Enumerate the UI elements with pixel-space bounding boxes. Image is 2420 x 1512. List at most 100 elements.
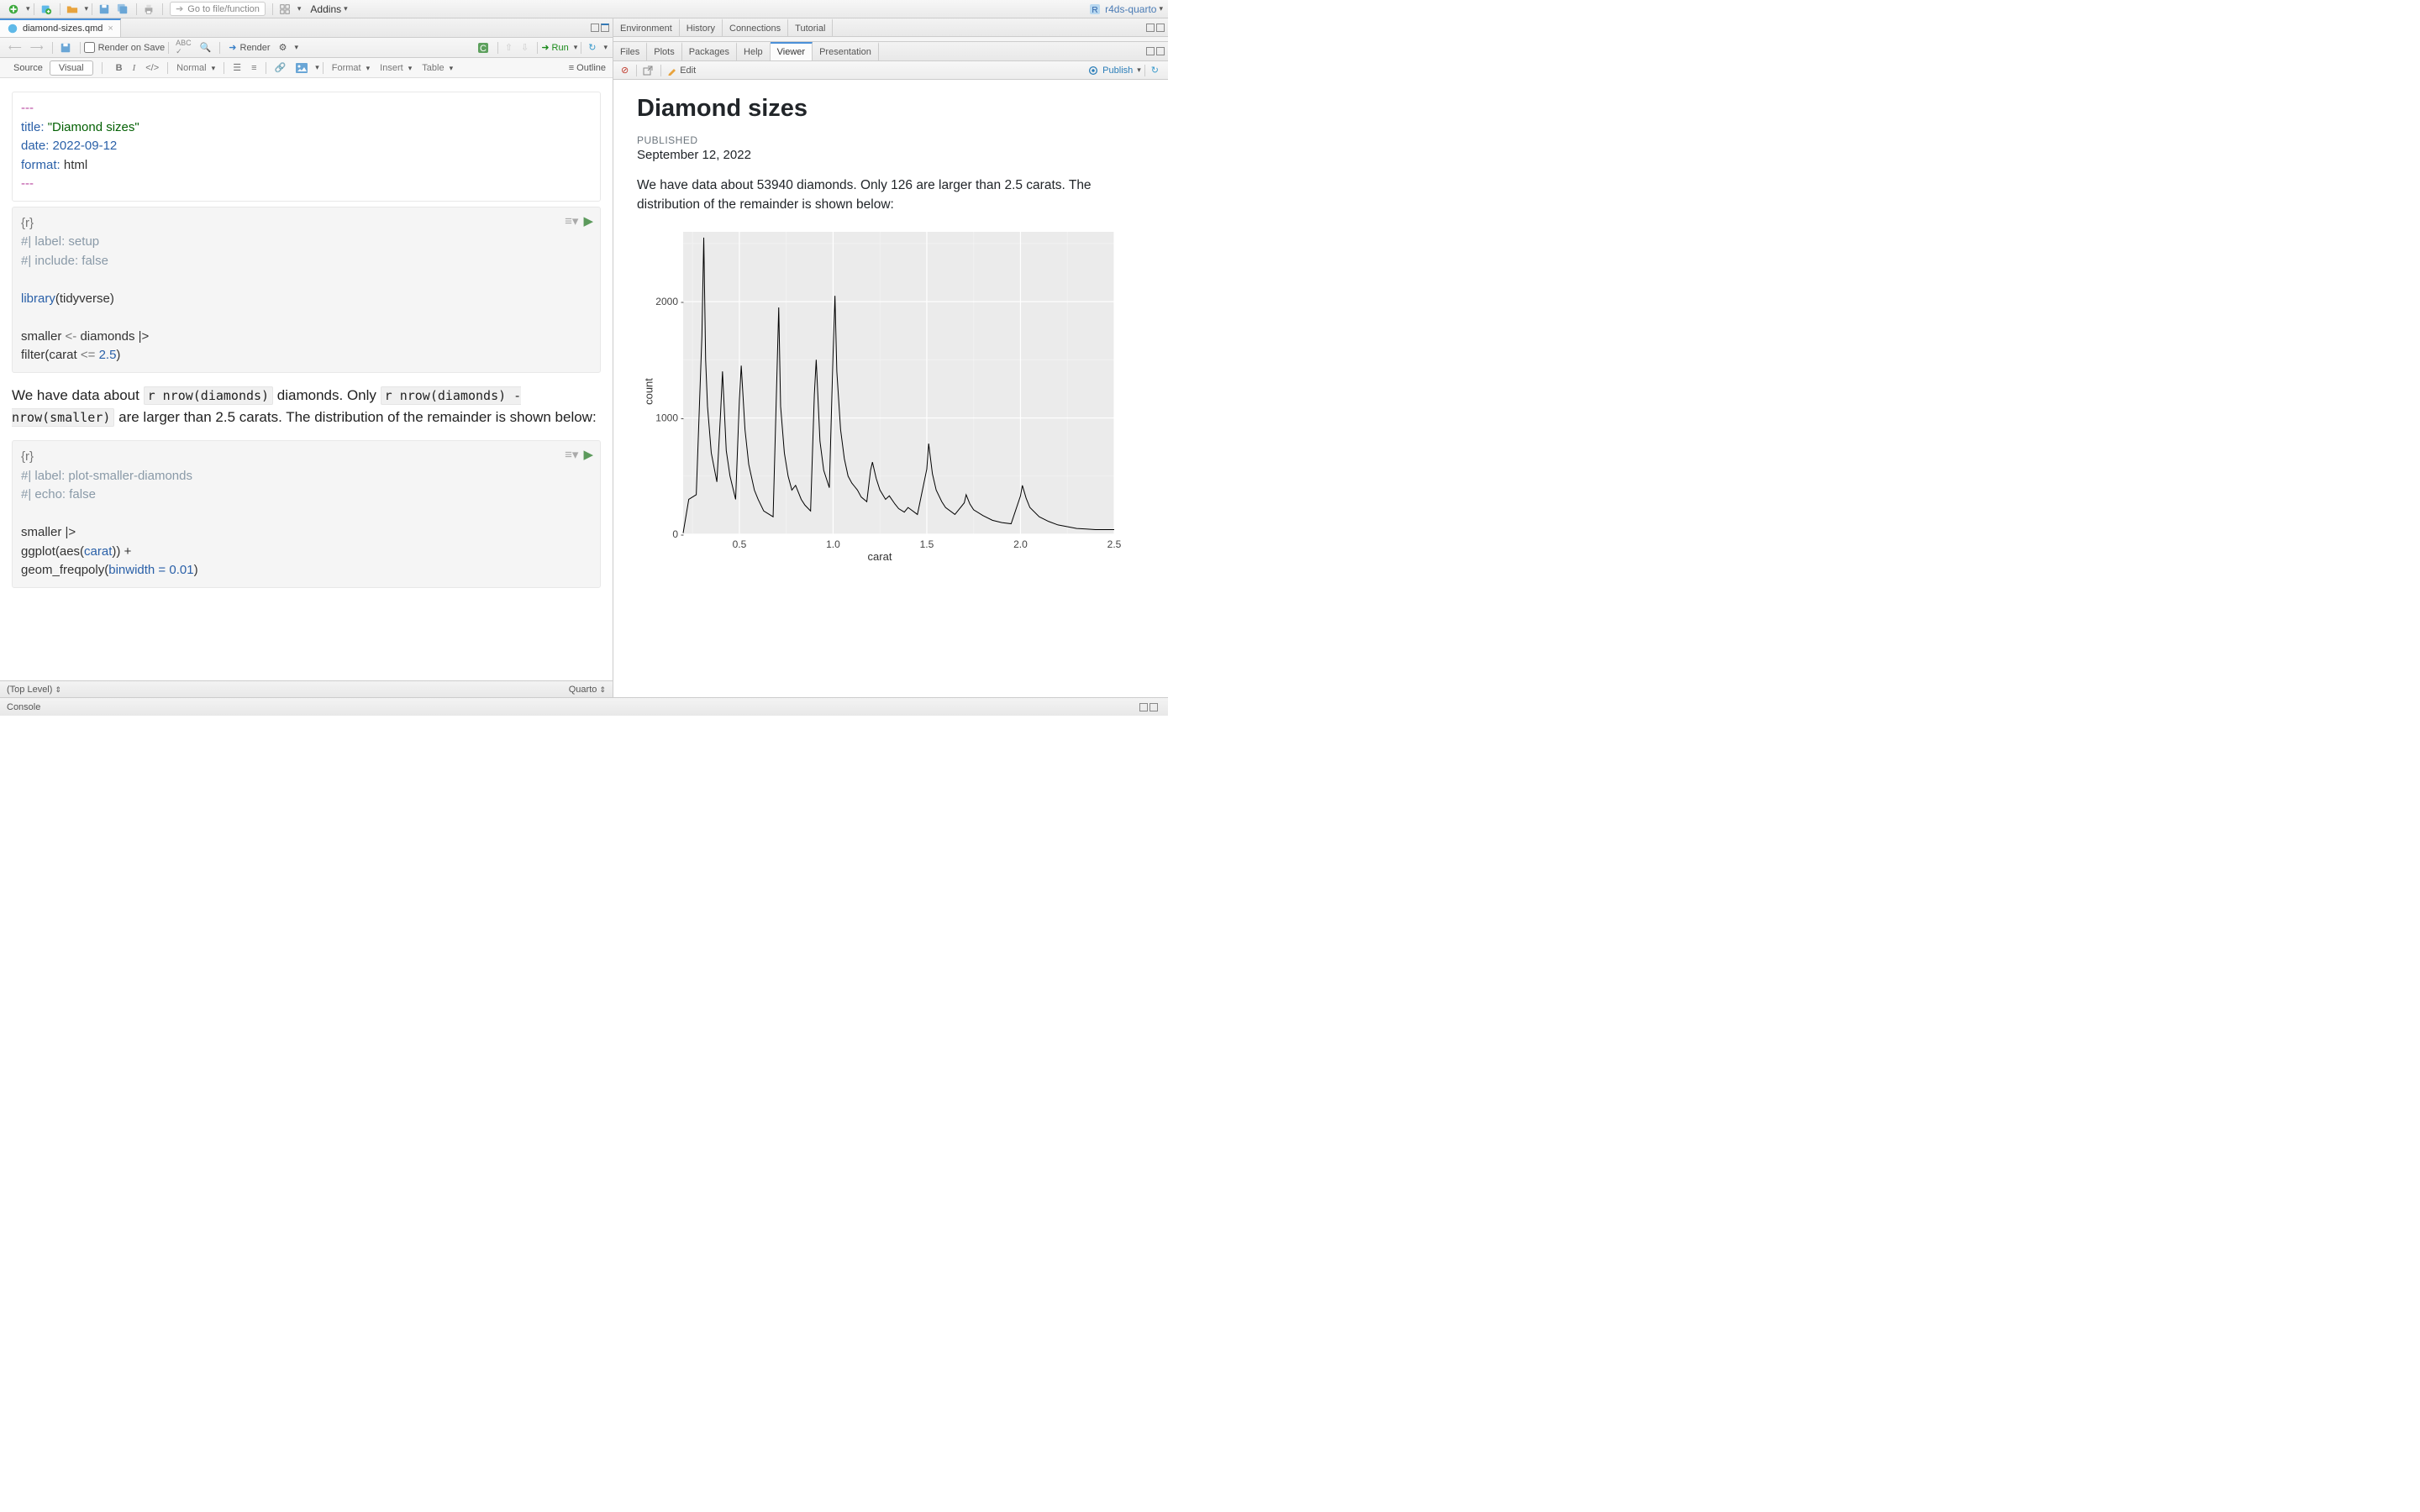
- code-chunk-setup[interactable]: ≡▾ ▶ {r} #| label: setup #| include: fal…: [12, 207, 601, 373]
- find-icon[interactable]: 🔍: [197, 40, 215, 55]
- caret-icon[interactable]: ▾: [297, 4, 302, 13]
- table-menu[interactable]: Table ▾: [418, 63, 456, 73]
- minimize-pane-icon[interactable]: [1139, 703, 1148, 711]
- refresh-icon[interactable]: ↻: [1149, 63, 1161, 78]
- tab-tutorial[interactable]: Tutorial: [788, 18, 833, 37]
- gear-icon[interactable]: ⚙: [276, 40, 291, 55]
- svg-text:-: -: [681, 528, 684, 540]
- image-button[interactable]: [292, 63, 311, 73]
- code-button[interactable]: </>: [142, 63, 162, 73]
- back-icon[interactable]: ⟵: [5, 40, 25, 55]
- tab-files[interactable]: Files: [613, 42, 647, 60]
- add-chunk-icon[interactable]: C: [474, 40, 492, 55]
- visual-mode-button[interactable]: Visual: [50, 60, 93, 76]
- run-above-icon[interactable]: ≡▾: [565, 446, 578, 465]
- editor-toolbar: ⟵ ⟶ Render on Save ABC✓ 🔍 ➜Render ⚙▾ C ⇧…: [0, 38, 613, 58]
- close-icon[interactable]: ×: [108, 24, 113, 34]
- tab-packages[interactable]: Packages: [682, 42, 737, 60]
- italic-button[interactable]: I: [129, 63, 139, 73]
- caret-icon[interactable]: ▾: [26, 4, 30, 13]
- go-up-chunk-icon[interactable]: ⇧: [502, 40, 516, 55]
- file-tab[interactable]: diamond-sizes.qmd ×: [0, 18, 121, 37]
- code-chunk-plot[interactable]: ≡▾ ▶ {r} #| label: plot-smaller-diamonds…: [12, 440, 601, 588]
- file-type-selector[interactable]: Quarto ⇕: [569, 685, 606, 695]
- inline-code[interactable]: r nrow(diamonds): [144, 386, 274, 405]
- document-title: Diamond sizes: [637, 95, 1144, 123]
- go-down-chunk-icon[interactable]: ⇩: [518, 40, 532, 55]
- svg-text:1.0: 1.0: [826, 538, 840, 550]
- spellcheck-icon[interactable]: ABC✓: [172, 40, 195, 55]
- tab-history[interactable]: History: [680, 18, 723, 37]
- visual-toolbar: Source Visual B I </> Normal ▾ ☰ ≡ 🔗 ▾ F…: [0, 58, 613, 78]
- tab-help[interactable]: Help: [737, 42, 771, 60]
- document-text: We have data about 53940 diamonds. Only …: [637, 176, 1144, 215]
- tab-plots[interactable]: Plots: [647, 42, 681, 60]
- style-dropdown[interactable]: Normal ▾: [173, 63, 218, 73]
- run-chunk-icon[interactable]: ▶: [583, 213, 593, 232]
- svg-text:-: -: [681, 296, 684, 307]
- save-all-icon[interactable]: [114, 2, 131, 17]
- addins-menu[interactable]: Addins▾: [308, 2, 350, 17]
- maximize-pane-icon[interactable]: [1156, 47, 1165, 55]
- insert-menu[interactable]: Insert ▾: [376, 63, 415, 73]
- source-mode-button[interactable]: Source: [7, 61, 50, 75]
- tab-viewer[interactable]: Viewer: [771, 42, 813, 60]
- x-axis-label: carat: [868, 550, 892, 563]
- svg-text:2000: 2000: [655, 296, 678, 307]
- render-on-save-checkbox[interactable]: Render on Save: [84, 42, 166, 53]
- numbered-list-button[interactable]: ≡: [248, 63, 260, 73]
- restart-icon[interactable]: ↻: [585, 40, 599, 55]
- open-file-icon[interactable]: [64, 2, 81, 17]
- format-menu[interactable]: Format ▾: [329, 63, 373, 73]
- svg-text:0.5: 0.5: [733, 538, 747, 550]
- source-pane: diamond-sizes.qmd × ⟵ ⟶ Render on Save A…: [0, 18, 613, 697]
- prose-paragraph[interactable]: We have data about r nrow(diamonds) diam…: [12, 385, 601, 429]
- new-project-icon[interactable]: [38, 2, 55, 17]
- tab-environment[interactable]: Environment: [613, 18, 680, 37]
- viewer-tab-bar: Files Plots Packages Help Viewer Present…: [613, 42, 1168, 61]
- console-bar[interactable]: Console: [0, 697, 1168, 716]
- svg-text:2.0: 2.0: [1013, 538, 1028, 550]
- svg-text:0: 0: [672, 528, 678, 540]
- svg-text:-: -: [681, 412, 684, 423]
- minimize-pane-icon[interactable]: [1146, 47, 1155, 55]
- svg-text:1.5: 1.5: [920, 538, 934, 550]
- new-file-icon[interactable]: [5, 2, 22, 17]
- run-button[interactable]: ➜ Run▾: [541, 42, 577, 53]
- link-button[interactable]: 🔗: [271, 62, 290, 73]
- run-above-icon[interactable]: ≡▾: [565, 213, 578, 232]
- outline-button[interactable]: ≡Outline: [569, 63, 606, 73]
- edit-button[interactable]: Edit: [665, 63, 698, 78]
- viewer-toolbar: ⊘ Edit Publish ▾ ↻: [613, 61, 1168, 80]
- run-chunk-icon[interactable]: ▶: [583, 446, 593, 465]
- save-icon[interactable]: [56, 40, 75, 55]
- viewer-body: Diamond sizes PUBLISHED September 12, 20…: [613, 80, 1168, 697]
- yaml-frontmatter[interactable]: --- title: "Diamond sizes" date: 2022-09…: [12, 92, 601, 202]
- forward-icon[interactable]: ⟶: [27, 40, 47, 55]
- bold-button[interactable]: B: [113, 63, 126, 73]
- tab-connections[interactable]: Connections: [723, 18, 788, 37]
- stop-icon[interactable]: ⊘: [618, 63, 631, 78]
- print-icon[interactable]: [140, 2, 157, 17]
- svg-text:C: C: [480, 44, 487, 54]
- right-pane: Environment History Connections Tutorial…: [613, 18, 1168, 697]
- minimize-pane-icon[interactable]: [1146, 24, 1155, 32]
- publish-button[interactable]: Publish ▾: [1087, 65, 1141, 76]
- y-axis-label: count: [642, 378, 655, 405]
- project-menu[interactable]: R r4ds-quarto▾: [1088, 3, 1163, 16]
- render-button[interactable]: ➜Render: [224, 42, 275, 53]
- editor-body[interactable]: --- title: "Diamond sizes" date: 2022-09…: [0, 78, 613, 680]
- minimize-pane-icon[interactable]: [591, 24, 599, 32]
- popout-icon[interactable]: [640, 63, 655, 78]
- maximize-pane-icon[interactable]: [1156, 24, 1165, 32]
- maximize-pane-icon[interactable]: [601, 24, 609, 32]
- caret-icon[interactable]: ▾: [85, 4, 89, 13]
- tab-presentation[interactable]: Presentation: [813, 42, 879, 60]
- goto-file-input[interactable]: ➔ Go to file/function: [170, 2, 266, 16]
- bullet-list-button[interactable]: ☰: [229, 62, 245, 73]
- scope-selector[interactable]: (Top Level) ⇕: [7, 685, 61, 695]
- save-icon[interactable]: [96, 2, 113, 17]
- grid-icon[interactable]: [276, 2, 293, 17]
- svg-text:R: R: [1092, 6, 1097, 15]
- maximize-pane-icon[interactable]: [1150, 703, 1158, 711]
